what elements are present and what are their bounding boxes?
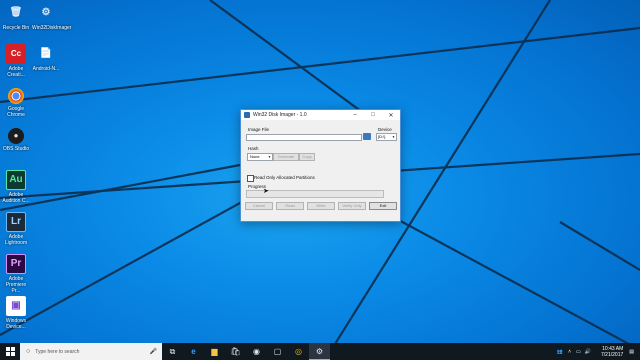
- disk-imager-icon: [244, 112, 250, 118]
- image-file-label: Image File: [248, 127, 270, 132]
- photos-icon[interactable]: ▢: [267, 343, 288, 360]
- hash-value: None: [250, 154, 260, 159]
- read-only-checkbox[interactable]: [247, 175, 254, 182]
- disk-imager-icon: ⚙: [41, 7, 51, 18]
- taskbar: ○ Type here to search 🎤 ⧉ e ▆ 🛍 ◉ ▢ ◎ ⚙ …: [0, 343, 640, 360]
- store-icon[interactable]: 🛍: [225, 343, 246, 360]
- audition-icon: Au: [6, 170, 26, 190]
- desktop-icon-chrome[interactable]: Google Chrome: [2, 88, 30, 118]
- desktop-icon-lightroom[interactable]: Lr Adobe Lightroom: [2, 212, 30, 246]
- hash-label: Hash: [248, 146, 259, 151]
- task-view-icon[interactable]: ⧉: [162, 343, 183, 360]
- volume-icon[interactable]: 🔊: [585, 349, 591, 355]
- hash-select[interactable]: None ▼: [247, 153, 273, 161]
- recycle-bin-icon: 🗑: [9, 7, 23, 18]
- people-icon[interactable]: 👥: [557, 349, 563, 355]
- edge-icon[interactable]: e: [183, 343, 204, 360]
- premiere-icon: Pr: [6, 254, 26, 274]
- chevron-down-icon: ▼: [392, 135, 395, 139]
- desktop-icon-recycle-bin[interactable]: 🗑 Recycle Bin: [2, 3, 30, 32]
- desktop-icon-obs[interactable]: ● OBS Studio: [2, 128, 30, 152]
- microphone-icon[interactable]: 🎤: [150, 348, 157, 355]
- generate-button[interactable]: Generate: [273, 153, 299, 161]
- maximize-icon[interactable]: □: [364, 112, 382, 118]
- desktop-icon-audition[interactable]: Au Adobe Audition C...: [2, 170, 30, 204]
- disk-imager-window: Win32 Disk Imager - 1.0 – □ ✕ Image File…: [240, 109, 401, 222]
- disk-imager-icon[interactable]: ⚙: [309, 343, 330, 360]
- windows-device-icon: ▣: [6, 296, 26, 316]
- chevron-up-icon[interactable]: ˄: [568, 349, 571, 355]
- search-placeholder: Type here to search: [35, 348, 80, 355]
- search-icon: ○: [26, 348, 31, 355]
- cancel-button[interactable]: Cancel: [245, 202, 273, 210]
- write-button[interactable]: Write: [307, 202, 335, 210]
- obs-icon: ●: [8, 128, 24, 144]
- read-only-label: Read Only Allocated Partitions: [254, 175, 315, 180]
- folder-icon[interactable]: [363, 133, 371, 140]
- minimize-icon[interactable]: –: [346, 112, 364, 118]
- start-button[interactable]: [0, 343, 20, 360]
- chrome-icon: [8, 88, 24, 104]
- image-file-input[interactable]: [246, 134, 362, 141]
- lightroom-icon: Lr: [6, 212, 26, 232]
- network-icon[interactable]: ▭: [576, 349, 581, 355]
- notifications-icon[interactable]: ▤: [629, 349, 634, 355]
- window-title: Win32 Disk Imager - 1.0: [253, 112, 307, 118]
- mouse-cursor-icon: ➤: [263, 188, 269, 195]
- desktop-icon-adobe-cc[interactable]: Cc Adobe Creati...: [2, 44, 30, 78]
- obs-icon[interactable]: ◉: [246, 343, 267, 360]
- exit-button[interactable]: Exit: [369, 202, 397, 210]
- system-tray: 👥 ˄ ▭ 🔊 10:43 AM 7/21/2017 ▤: [557, 343, 634, 360]
- window-titlebar[interactable]: Win32 Disk Imager - 1.0 – □ ✕: [241, 110, 400, 120]
- chrome-icon[interactable]: ◎: [288, 343, 309, 360]
- read-button[interactable]: Read: [276, 202, 304, 210]
- desktop-icon-file[interactable]: 📄 Android-N...: [32, 44, 60, 73]
- device-label: Device: [378, 127, 392, 132]
- copy-button[interactable]: Copy: [299, 153, 315, 161]
- close-icon[interactable]: ✕: [382, 112, 400, 119]
- chevron-down-icon: ▼: [268, 155, 271, 159]
- file-explorer-icon[interactable]: ▆: [204, 343, 225, 360]
- desktop-icon-disk-imager[interactable]: ⚙ Win32DiskImager: [32, 3, 71, 32]
- desktop-icon-premiere[interactable]: Pr Adobe Premiere Pr...: [2, 254, 30, 294]
- clock[interactable]: 10:43 AM 7/21/2017: [601, 346, 623, 358]
- desktop: 🗑 Recycle Bin ⚙ Win32DiskImager Cc Adobe…: [0, 0, 640, 360]
- device-value: [D:\]: [378, 134, 386, 139]
- desktop-icon-windows-device[interactable]: ▣ Windows Device...: [2, 296, 30, 330]
- taskbar-search-box[interactable]: ○ Type here to search 🎤: [20, 343, 162, 360]
- clock-date: 7/21/2017: [601, 351, 624, 358]
- file-icon: 📄: [39, 48, 53, 59]
- verify-only-button[interactable]: Verify Only: [338, 202, 366, 210]
- adobe-cc-icon: Cc: [6, 44, 26, 64]
- device-select[interactable]: [D:\] ▼: [376, 133, 397, 141]
- clock-time: 10:43 AM: [602, 345, 624, 352]
- windows-logo-icon: [5, 347, 15, 356]
